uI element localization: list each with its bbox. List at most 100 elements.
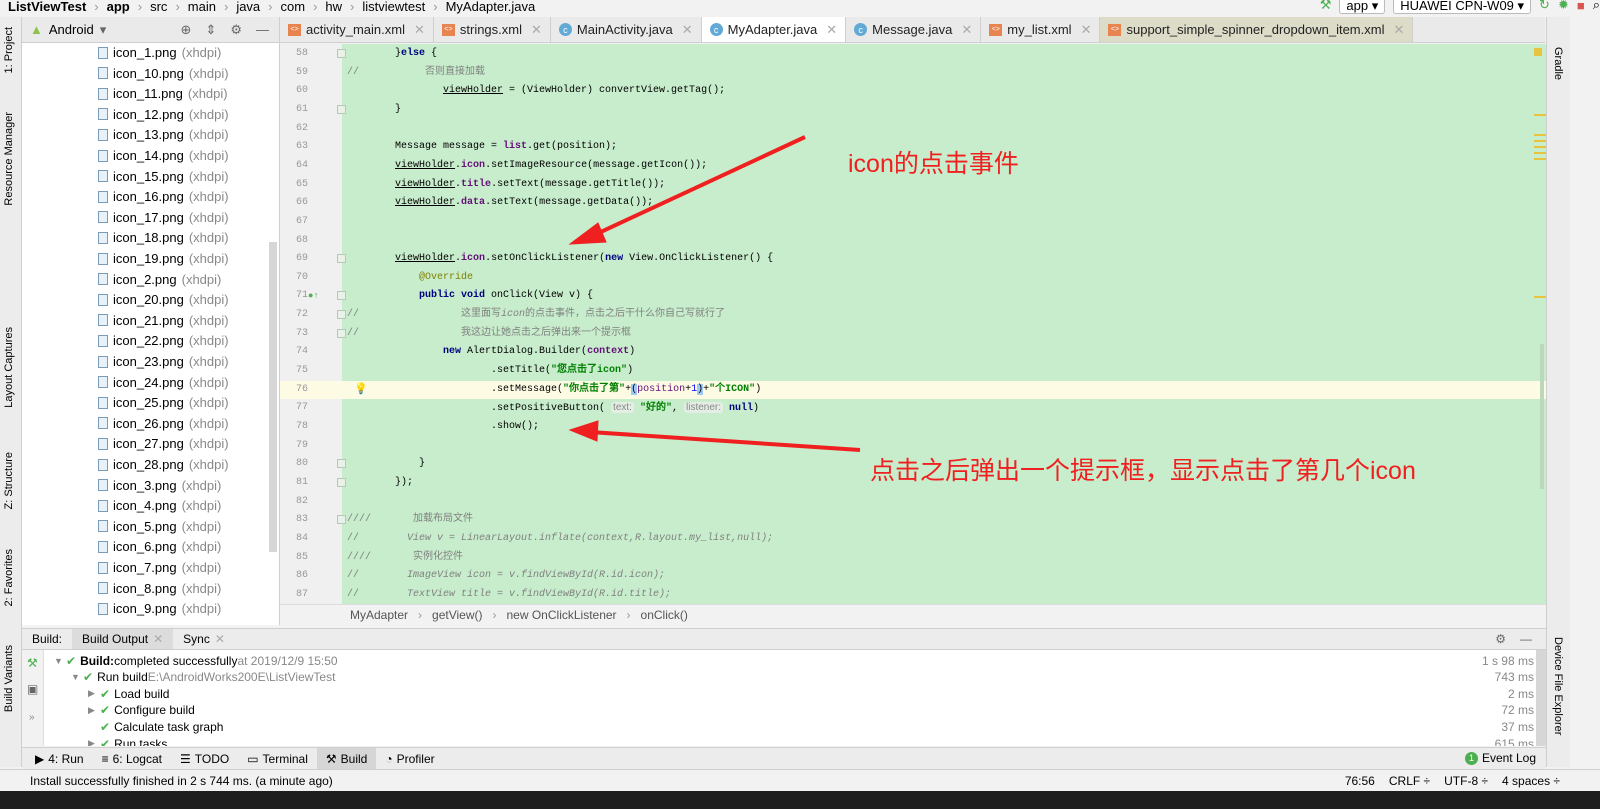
file-item[interactable]: icon_1.png (xhdpi): [98, 45, 221, 60]
file-item[interactable]: icon_8.png (xhdpi): [98, 581, 221, 596]
file-item[interactable]: icon_17.png (xhdpi): [98, 210, 229, 225]
nav-crumb[interactable]: java: [236, 0, 260, 14]
build-row[interactable]: ▶ ✔ Load build 2 ms: [44, 685, 1536, 702]
file-item[interactable]: icon_20.png (xhdpi): [98, 292, 229, 307]
tool-6-logcat[interactable]: ≡ 6: Logcat: [93, 748, 171, 769]
tool-device-file-explorer[interactable]: Device File Explorer: [1552, 637, 1564, 735]
build-row[interactable]: ▼ ✔ Build: completed successfully at 2019/…: [44, 652, 1536, 669]
minimize-icon[interactable]: —: [256, 22, 269, 38]
chevron-down-icon[interactable]: ▾: [100, 22, 107, 38]
file-item[interactable]: icon_9.png (xhdpi): [98, 601, 221, 616]
tab-my_list-xml[interactable]: <> my_list.xml ✕: [981, 17, 1101, 42]
file-item[interactable]: icon_5.png (xhdpi): [98, 519, 221, 534]
file-item[interactable]: icon_18.png (xhdpi): [98, 230, 229, 245]
close-icon[interactable]: ✕: [826, 22, 837, 38]
file-item[interactable]: icon_21.png (xhdpi): [98, 313, 229, 328]
indent-setting[interactable]: 4 spaces ÷: [1502, 774, 1560, 788]
breadcrumb-item[interactable]: getView(): [432, 608, 482, 622]
collapse-icon[interactable]: ⇕: [205, 22, 216, 38]
tab-myadapter-java[interactable]: c MyAdapter.java ✕: [701, 17, 847, 42]
tab-support_simple_spinner_dropdown_item-xml[interactable]: <> support_simple_spinner_dropdown_item.x…: [1100, 17, 1414, 42]
expand-arrow-icon[interactable]: ▶: [88, 705, 100, 716]
tool-profiler[interactable]: ◔ Profiler: [376, 748, 443, 769]
project-view-select[interactable]: Android: [49, 22, 94, 37]
tool-project[interactable]: 1: Project: [3, 27, 15, 73]
close-icon[interactable]: ✕: [215, 632, 225, 646]
file-item[interactable]: icon_6.png (xhdpi): [98, 539, 221, 554]
breadcrumb-item[interactable]: MyAdapter: [350, 608, 408, 622]
tool-terminal[interactable]: ▭ Terminal: [238, 748, 317, 769]
file-item[interactable]: icon_10.png (xhdpi): [98, 66, 229, 81]
run-config-select[interactable]: app ▾: [1339, 0, 1386, 14]
rerun-icon[interactable]: ↻: [1539, 0, 1550, 13]
tab-message-java[interactable]: c Message.java ✕: [846, 17, 982, 42]
file-item[interactable]: icon_15.png (xhdpi): [98, 169, 229, 184]
build-row[interactable]: ▼ ✔ Run build E:\AndroidWorks200E\ListView…: [44, 669, 1536, 686]
close-icon[interactable]: ✕: [531, 22, 542, 38]
nav-crumb[interactable]: ListViewTest: [8, 0, 86, 14]
expand-arrow-icon[interactable]: ▶: [88, 738, 100, 746]
file-item[interactable]: icon_2.png (xhdpi): [98, 272, 221, 287]
file-item[interactable]: icon_16.png (xhdpi): [98, 189, 229, 204]
build-hammer-icon[interactable]: ⚒: [1320, 0, 1332, 13]
tab-strings-xml[interactable]: <> strings.xml ✕: [434, 17, 551, 42]
file-item[interactable]: icon_26.png (xhdpi): [98, 416, 229, 431]
tool-build-variants[interactable]: Build Variants: [3, 645, 15, 712]
build-row[interactable]: ▶ ✔ Run tasks 615 ms: [44, 735, 1536, 747]
build-row[interactable]: ▶ ✔ Configure build 72 ms: [44, 702, 1536, 719]
file-item[interactable]: icon_11.png (xhdpi): [98, 86, 228, 101]
gear-icon[interactable]: ⚙: [1495, 632, 1506, 646]
locate-icon[interactable]: ⊕: [181, 22, 192, 38]
file-item[interactable]: icon_3.png (xhdpi): [98, 478, 221, 493]
build-row[interactable]: ✔ Calculate task graph 37 ms: [44, 718, 1536, 735]
tab-sync[interactable]: Sync ✕: [173, 629, 235, 649]
minimize-icon[interactable]: —: [1520, 632, 1532, 646]
file-item[interactable]: icon_14.png (xhdpi): [98, 148, 229, 163]
breadcrumb-item[interactable]: new OnClickListener: [507, 608, 617, 622]
event-log-button[interactable]: 1 Event Log: [1464, 751, 1536, 765]
file-encoding[interactable]: UTF-8 ÷: [1444, 774, 1488, 788]
file-item[interactable]: icon_7.png (xhdpi): [98, 560, 221, 575]
tab-mainactivity-java[interactable]: c MainActivity.java ✕: [551, 17, 702, 42]
close-icon[interactable]: ✕: [414, 22, 425, 38]
file-item[interactable]: icon_22.png (xhdpi): [98, 333, 229, 348]
nav-crumb[interactable]: src: [150, 0, 167, 14]
tool-gradle[interactable]: Gradle: [1552, 47, 1564, 80]
close-icon[interactable]: ✕: [1081, 22, 1092, 38]
build-scrollbar[interactable]: [1536, 650, 1546, 746]
file-item[interactable]: icon_13.png (xhdpi): [98, 127, 229, 142]
file-item[interactable]: icon_24.png (xhdpi): [98, 375, 229, 390]
file-item[interactable]: icon_19.png (xhdpi): [98, 251, 229, 266]
nav-crumb[interactable]: MyAdapter.java: [446, 0, 536, 14]
tab-activity_main-xml[interactable]: <> activity_main.xml ✕: [280, 17, 434, 42]
close-icon[interactable]: ✕: [682, 22, 693, 38]
tab-build-output[interactable]: Build Output ✕: [72, 629, 174, 649]
file-item[interactable]: icon_28.png (xhdpi): [98, 457, 229, 472]
tool-4-run[interactable]: ▶ 4: Run: [26, 748, 93, 769]
expand-arrow-icon[interactable]: ▶: [88, 688, 100, 699]
close-icon[interactable]: ✕: [153, 632, 163, 646]
console-toggle-icon[interactable]: ▣: [22, 676, 43, 702]
tool-build[interactable]: ⚒ Build: [316, 748, 377, 769]
breadcrumb-item[interactable]: onClick(): [641, 608, 688, 622]
code-editor[interactable]: 58 }else {59// 否则直接加载 60 viewHolder = (Vi…: [280, 44, 1546, 604]
close-icon[interactable]: ✕: [1393, 22, 1404, 38]
file-item[interactable]: icon_25.png (xhdpi): [98, 395, 229, 410]
stop-icon[interactable]: ■: [1577, 0, 1585, 13]
file-item[interactable]: icon_27.png (xhdpi): [98, 436, 229, 451]
debug-icon[interactable]: ✹: [1558, 0, 1569, 13]
nav-crumb[interactable]: app: [107, 0, 130, 14]
caret-position[interactable]: 76:56: [1345, 774, 1375, 788]
more-icon[interactable]: »: [22, 702, 43, 733]
search-icon[interactable]: ⌕: [1593, 0, 1600, 13]
tool-favorites[interactable]: 2: Favorites: [3, 549, 15, 606]
device-select[interactable]: HUAWEI CPN-W09 ▾: [1393, 0, 1532, 14]
file-item[interactable]: icon_23.png (xhdpi): [98, 354, 229, 369]
project-scrollbar[interactable]: [269, 242, 277, 552]
file-item[interactable]: icon_4.png (xhdpi): [98, 498, 221, 513]
line-separator[interactable]: CRLF ÷: [1389, 774, 1430, 788]
tool-todo[interactable]: ☰ TODO: [171, 748, 238, 769]
file-item[interactable]: icon_12.png (xhdpi): [98, 107, 229, 122]
tool-layout-captures[interactable]: Layout Captures: [3, 327, 15, 408]
nav-crumb[interactable]: main: [188, 0, 216, 14]
